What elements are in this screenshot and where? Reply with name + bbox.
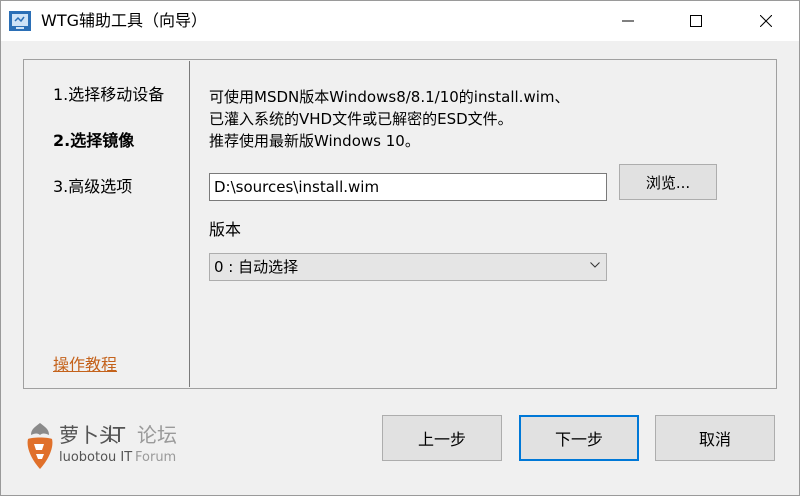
version-select[interactable]: 0 : 自动选择 [209, 253, 607, 281]
description-line-1: 可使用MSDN版本Windows8/8.1/10的install.wim、 [209, 88, 570, 106]
maximize-icon [690, 15, 702, 27]
version-label: 版本 [209, 220, 242, 239]
step-select-device: 1.选择移动设备 [53, 85, 165, 104]
wizard-window: WTG辅助工具（向导） 1.选择移动设备 2.选择镜像 3.高级选项 操作教程 … [0, 0, 800, 496]
window-title: WTG辅助工具（向导） [41, 11, 207, 30]
close-icon [760, 15, 772, 27]
step-select-image: 2.选择镜像 [53, 131, 135, 150]
description-line-2: 已灌入系统的VHD文件或已解密的ESD文件。 [209, 110, 513, 128]
logo-text-forum-cn: 论坛 [137, 423, 177, 447]
logo-text-en: luobotou IT [59, 450, 133, 465]
steps-divider [189, 61, 190, 387]
title-bar[interactable]: WTG辅助工具（向导） [1, 1, 799, 41]
radish-logo-icon [27, 423, 53, 469]
minimize-button[interactable] [605, 1, 651, 41]
chevron-down-icon [590, 262, 600, 268]
maximize-button[interactable] [673, 1, 719, 41]
cancel-button[interactable]: 取消 [655, 415, 775, 461]
version-selected-value: 0 : 自动选择 [214, 258, 299, 276]
logo-text-it: IT [107, 423, 126, 447]
next-step-button[interactable]: 下一步 [519, 415, 639, 461]
tutorial-link[interactable]: 操作教程 [53, 355, 117, 375]
browse-button[interactable]: 浏览... [619, 164, 717, 200]
image-path-input[interactable] [209, 173, 607, 201]
logo-text-forum-en: Forum [135, 450, 177, 465]
minimize-icon [622, 20, 634, 22]
close-button[interactable] [743, 1, 789, 41]
wtg-app-icon [9, 11, 31, 31]
description-line-3: 推荐使用最新版Windows 10。 [209, 132, 420, 150]
prev-step-button[interactable]: 上一步 [382, 415, 502, 461]
step-advanced-options: 3.高级选项 [53, 177, 133, 196]
